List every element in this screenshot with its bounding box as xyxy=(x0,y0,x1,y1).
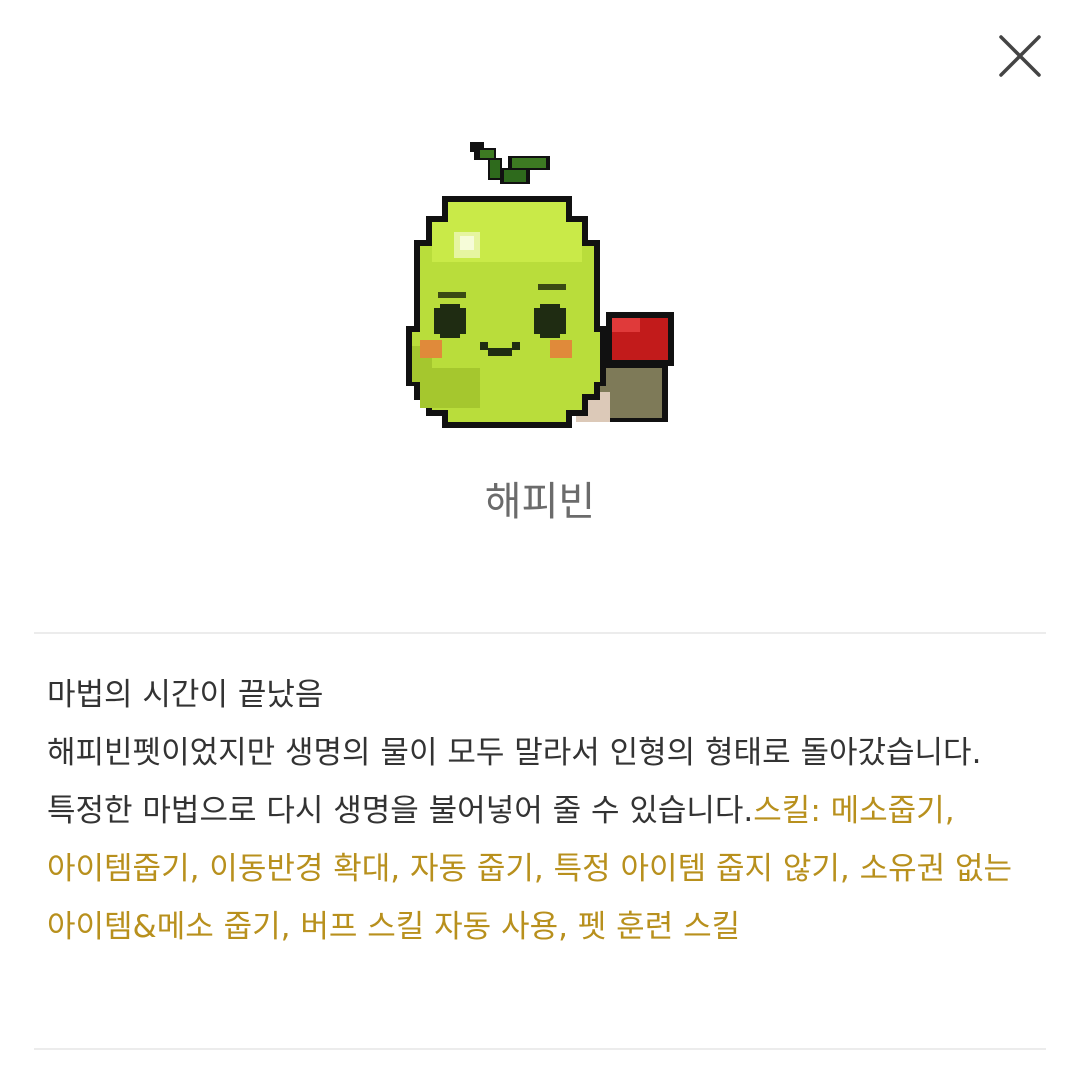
pet-icon xyxy=(406,142,674,428)
description-status: 마법의 시간이 끝났음 xyxy=(47,677,324,713)
close-icon xyxy=(999,35,1041,77)
close-button[interactable] xyxy=(994,30,1046,82)
pet-name: 해피빈 xyxy=(484,479,596,525)
divider-top xyxy=(34,632,1046,634)
divider-bottom xyxy=(34,1048,1046,1050)
pet-description: 마법의 시간이 끝났음 해피빈펫이었지만 생명의 물이 모두 말라서 인형의 형… xyxy=(47,666,1042,956)
